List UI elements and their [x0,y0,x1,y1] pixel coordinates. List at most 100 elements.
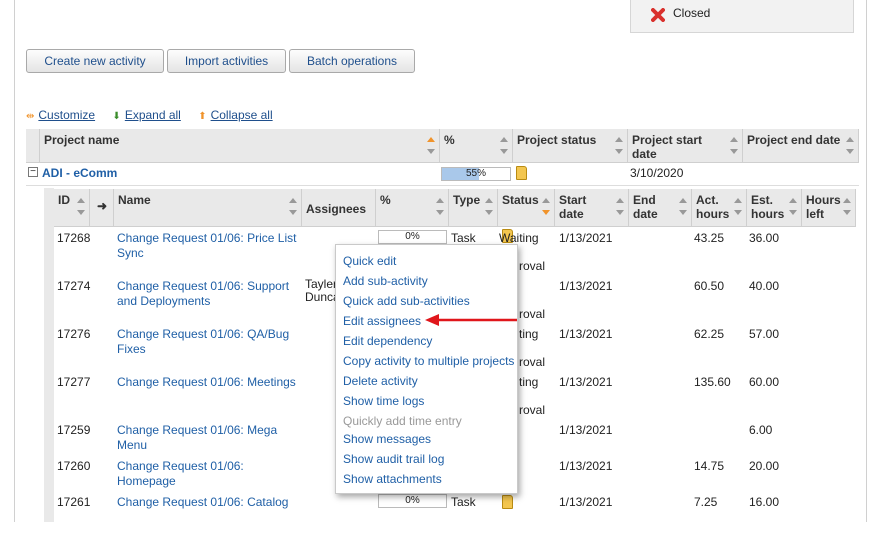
activity-status: Waiting [499,231,539,245]
dependency-arrow-icon: ➜ [97,199,108,213]
activity-status-cont: roval [519,355,546,369]
activity-type: Task [451,495,476,509]
activity-est-hours: 36.00 [749,231,780,245]
activity-id: 17259 [57,423,91,437]
activity-status-cont: roval [519,307,546,321]
collapse-all-link[interactable]: Collapse all [211,108,273,122]
col-name[interactable]: Name [114,189,302,227]
activity-gutter [44,188,54,522]
activity-name-link[interactable]: Change Request 01/06: QA/Bug Fixes [117,327,302,357]
menu-item-add-sub-activity[interactable]: Add sub-activity [343,274,428,288]
menu-item-quick-add-sub-activities[interactable]: Quick add sub-activities [343,294,470,308]
col-project-percent[interactable]: % [440,129,513,163]
activity-status-cont: roval [519,403,546,417]
activity-est-hours: 60.00 [749,375,780,389]
activity-progress-bar: 0% [378,494,447,508]
expand-all-link[interactable]: Expand all [125,108,181,122]
activity-status-cont: roval [519,259,546,273]
activity-act-hours: 43.25 [694,231,725,245]
project-name-link[interactable]: ADI - eComm [42,166,117,180]
col-project-status[interactable]: Project status [513,129,628,163]
activity-act-hours: 14.75 [694,459,725,473]
activity-act-hours: 7.25 [694,495,718,509]
activity-start-date: 1/13/2021 [559,423,613,437]
customize-link[interactable]: Customize [38,108,95,122]
activity-start-date: 1/13/2021 [559,327,613,341]
project-progress-bar: 55% [441,167,511,181]
menu-item-quick-edit[interactable]: Quick edit [343,254,396,268]
activity-status: ting [519,327,539,341]
activity-start-date: 1/13/2021 [559,279,613,293]
status-legend: Closed [630,0,854,33]
context-menu: Quick edit Add sub-activity Quick add sub-… [335,244,518,494]
activity-act-hours: 62.25 [694,327,725,341]
menu-item-delete-activity[interactable]: Delete activity [343,374,418,388]
activity-name-link[interactable]: Change Request 01/06: Support and Deploy… [117,279,302,309]
activity-est-hours: 16.00 [749,495,780,509]
tree-links: ⇹ Customize ⬇ Expand all ⬆ Collapse all [26,108,273,122]
activity-type: Task [451,231,476,245]
closed-icon [651,8,665,22]
collapse-icon: ⬆ [198,111,207,122]
activity-name-link[interactable]: Change Request 01/06: Catalog [117,495,302,510]
project-start-date: 3/10/2020 [630,166,684,180]
status-folder-icon [502,495,513,509]
col-act-hours[interactable]: Act. hours [692,189,747,227]
col-dependency[interactable]: ➜ [90,189,114,227]
activity-progress-bar: 0% [378,230,447,244]
col-id[interactable]: ID [54,189,90,227]
annotation-arrow [425,314,517,326]
col-start[interactable]: Start date [555,189,629,227]
activity-id: 17276 [57,327,91,341]
activity-name-link[interactable]: Change Request 01/06: Mega Menu [117,423,302,453]
activity-act-hours: 135.60 [694,375,731,389]
activity-id: 17277 [57,375,91,389]
activity-hours-left: 6.00 [749,423,773,437]
activity-start-date: 1/13/2021 [559,231,613,245]
menu-item-show-time-logs[interactable]: Show time logs [343,394,424,408]
project-row: − ADI - eComm 55% 3/10/2020 [26,163,859,186]
activity-start-date: 1/13/2021 [559,375,613,389]
col-type[interactable]: Type [449,189,498,227]
col-project-end[interactable]: Project end date [743,129,859,163]
project-status-icon [516,166,527,180]
activity-name-link[interactable]: Change Request 01/06: Price List Sync [117,231,302,261]
col-project-start[interactable]: Project start date [628,129,743,163]
menu-item-edit-assignees[interactable]: Edit assignees [343,314,421,328]
col-percent[interactable]: % [376,189,449,227]
menu-item-quickly-add-time-entry: Quickly add time entry [343,414,462,428]
activity-name-link[interactable]: Change Request 01/06: Homepage [117,459,302,489]
create-activity-button[interactable]: Create new activity [26,49,164,73]
activity-est-hours: 57.00 [749,327,780,341]
activity-start-date: 1/13/2021 [559,459,613,473]
activity-est-hours: 20.00 [749,459,780,473]
activity-start-date: 1/13/2021 [559,495,613,509]
expand-icon: ⬇ [112,111,121,122]
col-assignees[interactable]: Assignees [302,189,376,227]
collapse-toggle-icon[interactable]: − [28,167,38,177]
menu-item-show-audit-trail-log[interactable]: Show audit trail log [343,452,444,466]
activity-id: 17261 [57,495,91,509]
col-project-name[interactable]: Project name [40,129,440,163]
menu-item-copy-activity-to-multiple-projects[interactable]: Copy activity to multiple projects [343,354,514,368]
activity-est-hours: 40.00 [749,279,780,293]
col-est-hours[interactable]: Est. hours [747,189,802,227]
activity-id: 17274 [57,279,91,293]
batch-operations-button[interactable]: Batch operations [289,49,415,73]
customize-icon: ⇹ [26,111,35,122]
activity-act-hours: 60.50 [694,279,725,293]
import-activities-button[interactable]: Import activities [167,49,286,73]
col-end[interactable]: End date [629,189,692,227]
col-hours-left[interactable]: Hours left [802,189,856,227]
activity-id: 17268 [57,231,91,245]
project-header-spacer [26,129,40,163]
assignee-name: Tayler [305,277,338,291]
menu-item-edit-dependency[interactable]: Edit dependency [343,334,432,348]
activity-name-link[interactable]: Change Request 01/06: Meetings [117,375,302,390]
menu-item-show-messages[interactable]: Show messages [343,432,431,446]
menu-item-show-attachments[interactable]: Show attachments [343,472,442,486]
activity-status: ting [519,375,539,389]
table-row[interactable]: 17261 Change Request 01/06: Catalog 0% Task… [54,493,856,539]
col-status[interactable]: Status [498,189,555,227]
closed-label: Closed [673,6,711,20]
